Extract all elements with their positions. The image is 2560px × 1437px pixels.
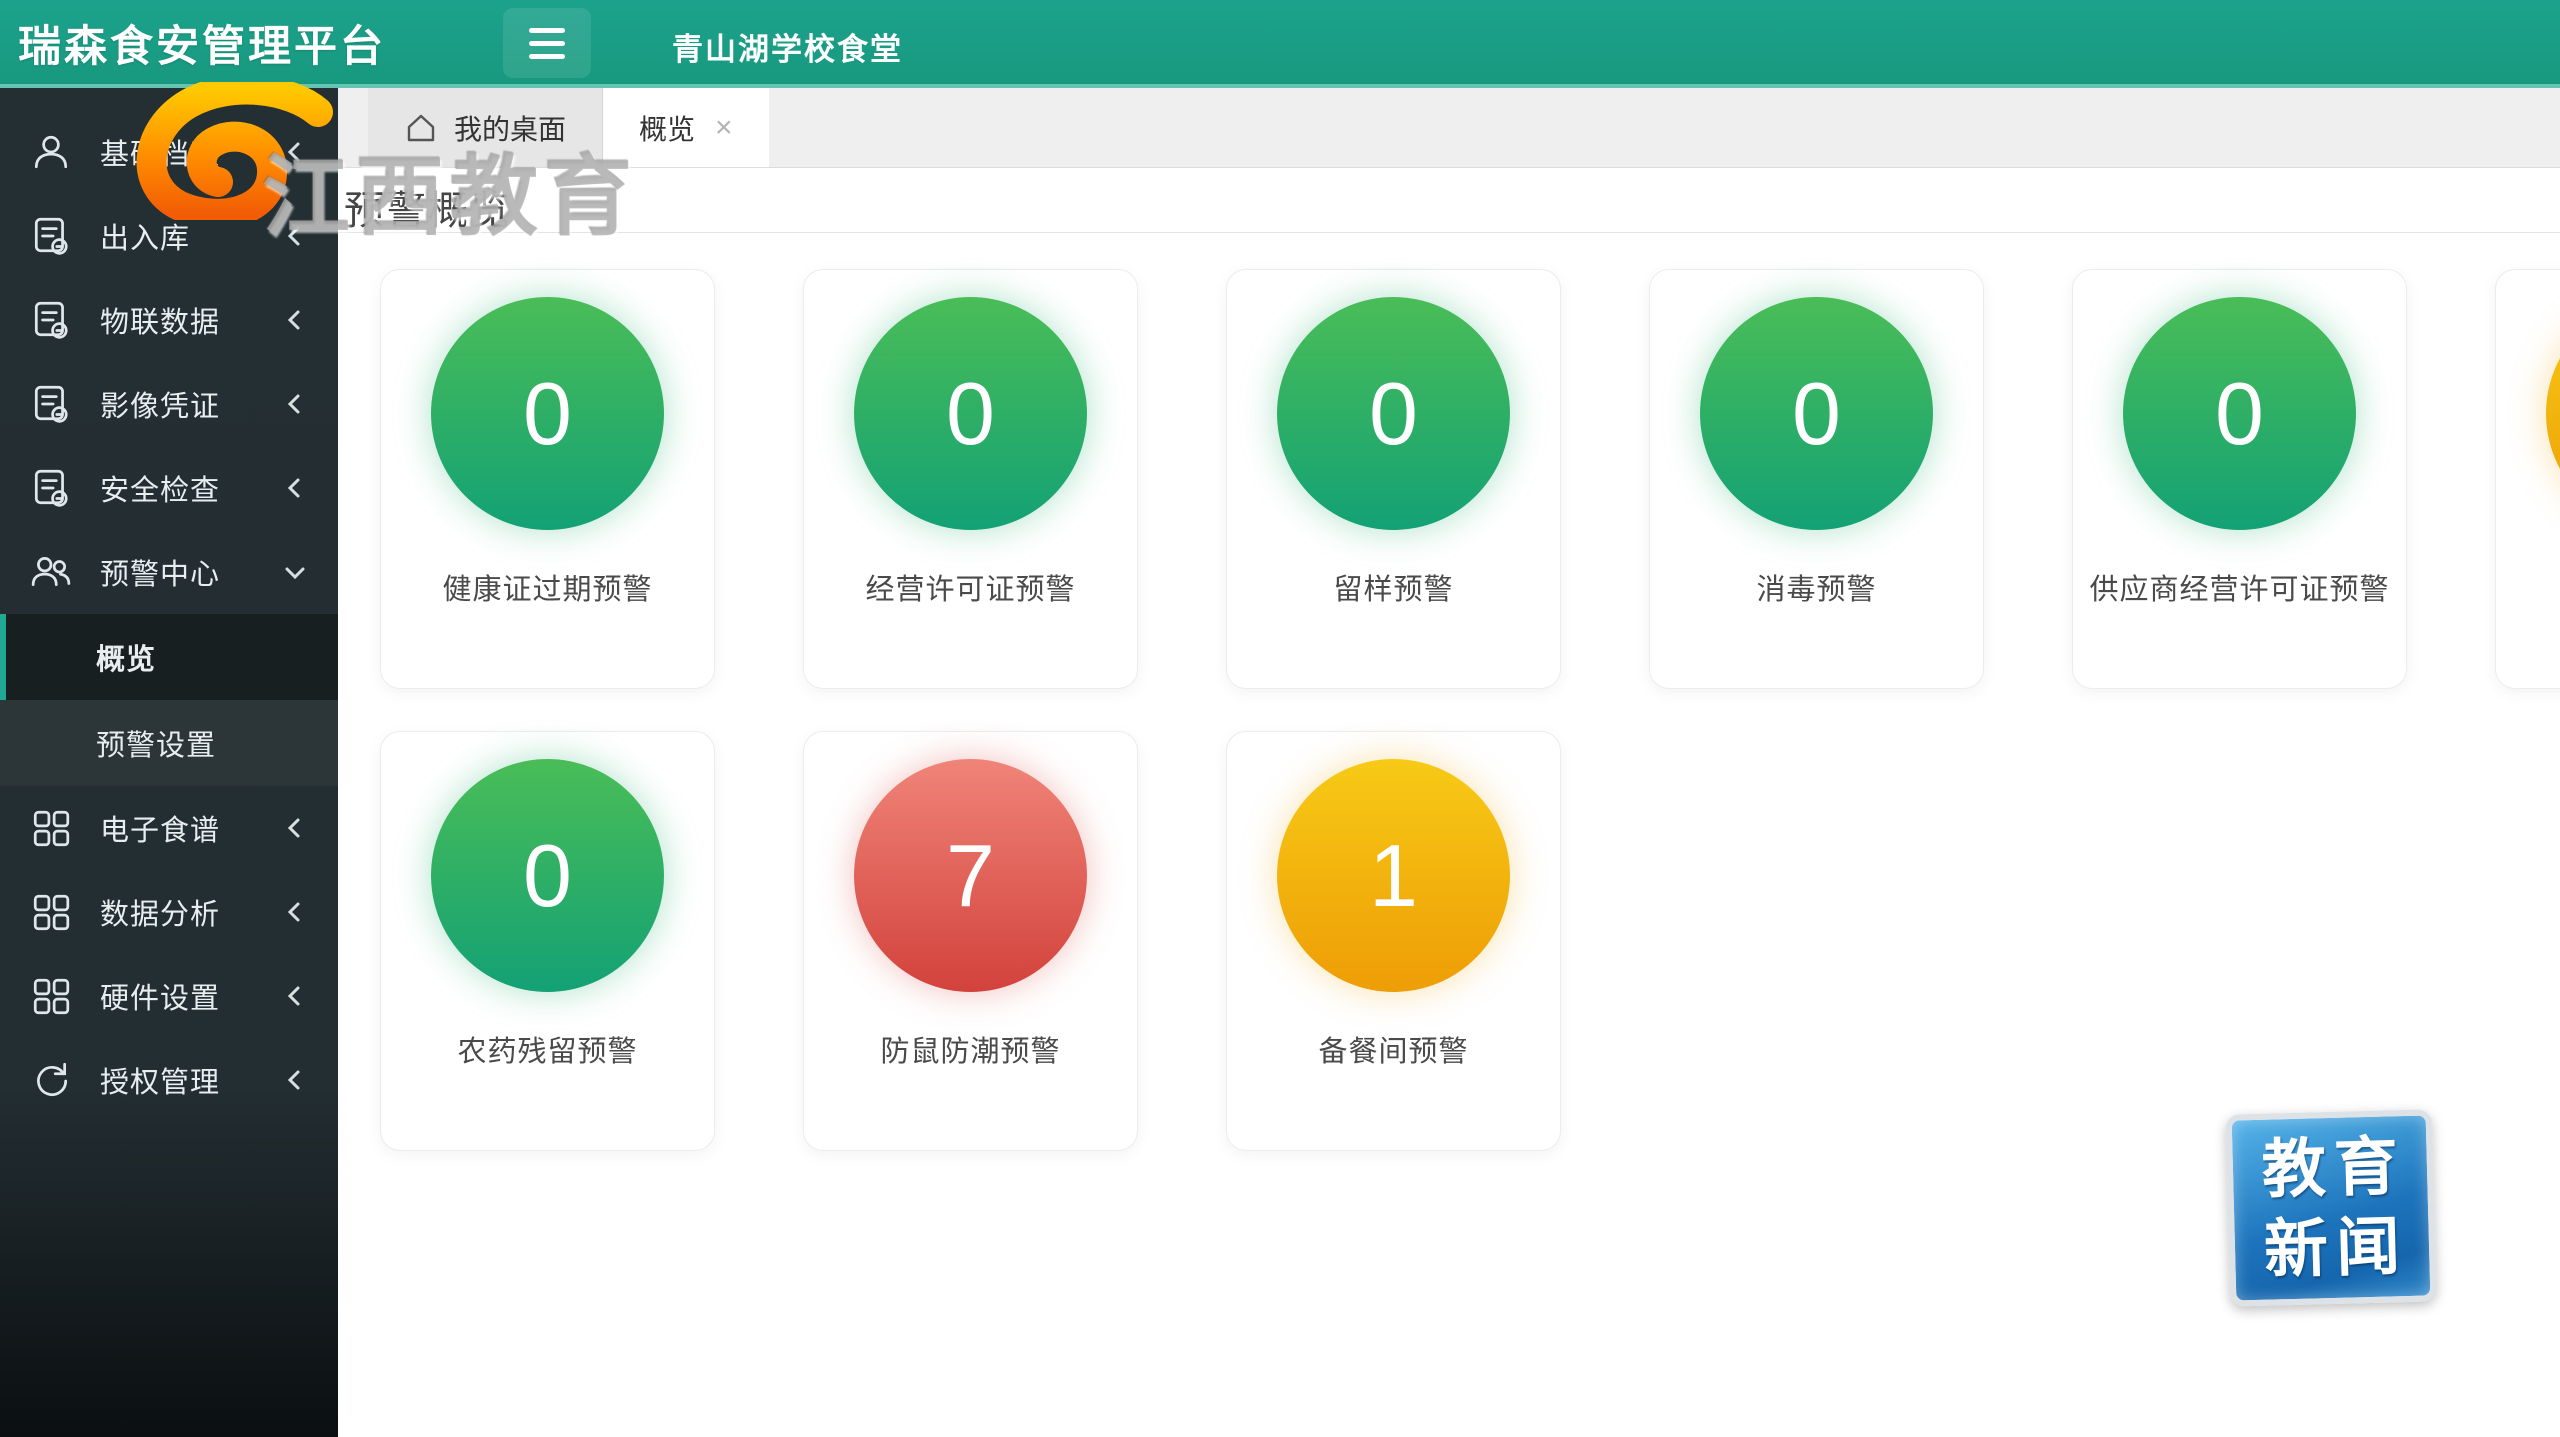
warning-card[interactable]: 0 经营许可证预警 <box>803 269 1138 689</box>
sidebar: 基础档案 出入库 物联数据 <box>0 88 338 1437</box>
sidebar-item-data-analysis[interactable]: 数据分析 <box>0 870 338 954</box>
submenu-item-label: 预警设置 <box>96 722 216 764</box>
warning-count: 0 <box>1369 363 1418 465</box>
warning-count-circle: 0 <box>431 759 664 992</box>
warning-count: 0 <box>2215 363 2264 465</box>
warning-count-circle: 0 <box>1277 297 1510 530</box>
sidebar-item-safety-check[interactable]: 安全检查 <box>0 446 338 530</box>
warning-card[interactable]: 0 供应商经营许可证预警 <box>2072 269 2407 689</box>
chevron-left-icon <box>282 815 308 841</box>
sidebar-item-label: 预警中心 <box>100 551 282 593</box>
sidebar-item-label: 基础档案 <box>100 131 282 173</box>
page-title-bar: 预警概览 <box>338 168 2560 233</box>
chevron-down-icon <box>282 559 308 585</box>
chevron-left-icon <box>282 475 308 501</box>
chevron-left-icon <box>282 983 308 1009</box>
warning-count-circle: 0 <box>1700 297 1933 530</box>
sidebar-item-label: 电子食谱 <box>100 807 282 849</box>
document-icon <box>30 299 72 341</box>
warning-card-label: 留样预警 <box>1333 566 1453 608</box>
sidebar-item-warning-center[interactable]: 预警中心 <box>0 530 338 614</box>
sidebar-toggle-button[interactable] <box>503 8 591 78</box>
tab-bar: 我的桌面 概览 × <box>338 88 2560 168</box>
sidebar-item-label: 出入库 <box>100 215 282 257</box>
tab-my-desktop[interactable]: 我的桌面 <box>368 88 603 167</box>
warning-card[interactable]: 0 健康证过期预警 <box>380 269 715 689</box>
warning-card-label: 消毒预警 <box>1756 566 1876 608</box>
warning-count: 1 <box>1369 825 1418 927</box>
sidebar-item-inventory[interactable]: 出入库 <box>0 194 338 278</box>
sidebar-item-label: 数据分析 <box>100 891 282 933</box>
warning-center-submenu: 概览 预警设置 <box>0 614 338 786</box>
sidebar-item-label: 安全检查 <box>100 467 282 509</box>
warning-card[interactable]: 0 留样预警 <box>1226 269 1561 689</box>
sidebar-menu: 基础档案 出入库 物联数据 <box>0 88 338 1122</box>
warning-count-circle: 1 <box>1277 759 1510 992</box>
warning-card[interactable]: 1 备餐间预警 <box>1226 731 1561 1151</box>
hamburger-icon <box>529 41 565 46</box>
sidebar-item-label: 授权管理 <box>100 1059 282 1101</box>
warning-count: 0 <box>1792 363 1841 465</box>
hamburger-icon <box>529 54 565 59</box>
warning-count: 0 <box>946 363 995 465</box>
warning-count: 0 <box>523 825 572 927</box>
chevron-left-icon <box>282 139 308 165</box>
users-icon <box>30 551 72 593</box>
sync-icon <box>30 1059 72 1101</box>
page-title: 预警概览 <box>344 178 512 236</box>
tab-overview[interactable]: 概览 × <box>603 88 769 167</box>
tab-label: 我的桌面 <box>454 108 566 148</box>
submenu-item-warning-settings[interactable]: 预警设置 <box>0 700 338 786</box>
warning-card-label: 经营许可证预警 <box>865 566 1075 608</box>
warning-card-label: 备餐间预警 <box>1318 1028 1468 1070</box>
warning-count-circle: 0 <box>2123 297 2356 530</box>
submenu-item-label: 概览 <box>96 636 156 678</box>
warning-count: 0 <box>523 363 572 465</box>
warning-count-circle: 0 <box>854 297 1087 530</box>
sidebar-item-basic-archives[interactable]: 基础档案 <box>0 110 338 194</box>
warning-card[interactable]: 7 防鼠防潮预警 <box>803 731 1138 1151</box>
warning-card-label: 防鼠防潮预警 <box>880 1028 1060 1070</box>
warning-card[interactable]: 0 消毒预警 <box>1649 269 1984 689</box>
main-content: 我的桌面 概览 × 预警概览 0 健康证过期预警 0 经营许可证预警 0 留样预… <box>338 88 2560 1437</box>
tab-label: 概览 <box>639 108 695 148</box>
warning-card-label: 农药残留预警 <box>457 1028 637 1070</box>
submenu-item-overview[interactable]: 概览 <box>0 614 338 700</box>
sidebar-item-authorization[interactable]: 授权管理 <box>0 1038 338 1122</box>
warning-count-circle: 0 <box>431 297 664 530</box>
warning-cards: 0 健康证过期预警 0 经营许可证预警 0 留样预警 0 消毒预警 0 供应商经… <box>338 233 2560 1151</box>
user-icon <box>30 131 72 173</box>
document-icon <box>30 215 72 257</box>
sidebar-item-hardware-settings[interactable]: 硬件设置 <box>0 954 338 1038</box>
hamburger-icon <box>529 28 565 33</box>
sidebar-item-e-menu[interactable]: 电子食谱 <box>0 786 338 870</box>
document-icon <box>30 383 72 425</box>
grid-icon <box>30 975 72 1017</box>
sidebar-item-label: 影像凭证 <box>100 383 282 425</box>
grid-icon <box>30 807 72 849</box>
chevron-left-icon <box>282 899 308 925</box>
canteen-name: 青山湖学校食堂 <box>672 24 903 69</box>
sidebar-item-label: 物联数据 <box>100 299 282 341</box>
grid-icon <box>30 891 72 933</box>
sidebar-item-image-vouchers[interactable]: 影像凭证 <box>0 362 338 446</box>
chevron-left-icon <box>282 1067 308 1093</box>
warning-count-circle: 7 <box>854 759 1087 992</box>
app-title: 瑞森食安管理平台 <box>18 12 386 74</box>
close-icon[interactable]: × <box>715 113 733 143</box>
warning-card[interactable] <box>2495 269 2560 689</box>
warning-count: 7 <box>946 825 995 927</box>
document-icon <box>30 467 72 509</box>
warning-card[interactable]: 0 农药残留预警 <box>380 731 715 1151</box>
warning-card-label: 健康证过期预警 <box>442 566 652 608</box>
home-icon <box>404 111 438 145</box>
chevron-left-icon <box>282 307 308 333</box>
warning-count-circle <box>2546 297 2560 530</box>
top-header: 瑞森食安管理平台 青山湖学校食堂 <box>0 0 2560 88</box>
warning-card-label: 供应商经营许可证预警 <box>2089 566 2389 608</box>
chevron-left-icon <box>282 391 308 417</box>
sidebar-item-iot-data[interactable]: 物联数据 <box>0 278 338 362</box>
sidebar-item-label: 硬件设置 <box>100 975 282 1017</box>
chevron-left-icon <box>282 223 308 249</box>
